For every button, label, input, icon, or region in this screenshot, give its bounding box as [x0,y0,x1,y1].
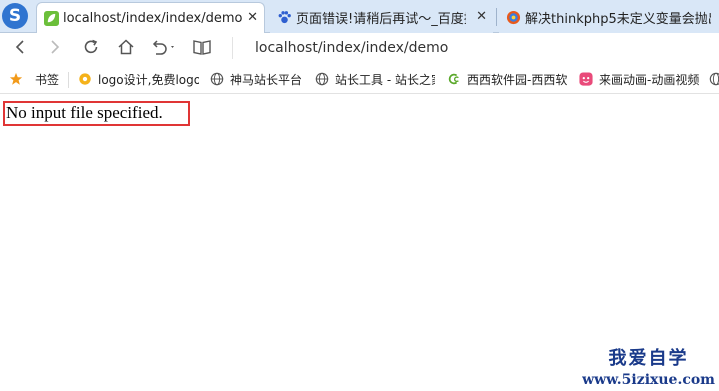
gear-flower-icon [79,73,91,85]
watermark: 我爱自学 www.5izixue.com [582,344,715,388]
globe-icon [315,72,329,86]
bookmark-label: 西西软件园-西西软件 [467,72,567,87]
bookmark-item[interactable]: 站长工具 - 站长之家 [315,70,435,88]
bookmark-folder[interactable]: 书签 [9,70,59,88]
tab-localhost-demo[interactable]: localhost/index/index/demo ✕ [36,2,265,34]
home-button[interactable] [115,36,137,58]
tab-strip: S localhost/index/index/demo ✕ 页面错误!请稍后再… [0,0,719,34]
tab-label: localhost/index/index/demo [63,11,243,26]
bookmark-label: logo设计,免费logo [98,72,199,87]
bookmarks-bar: 书签 logo设计,免费logo 神马站长平台 站长工具 - 站长之家 西西软件… [0,64,719,94]
close-tab-icon[interactable]: ✕ [247,10,258,25]
face-icon [579,72,593,86]
watermark-url: www.5izixue.com [582,372,715,388]
star-icon [9,72,23,85]
tab-baidu-search[interactable]: 页面错误!请稍后再试～_百度搜索 ✕ [270,2,493,33]
bookmark-label: 站长工具 - 站长之家 [335,72,435,87]
navigation-toolbar: localhost/index/index/demo [0,33,719,63]
tab-label: 页面错误!请稍后再试～_百度搜索 [296,12,466,27]
bookmark-label: 神马站长平台 [230,72,303,87]
back-arrow-icon [15,40,24,54]
browser-logo-icon[interactable]: S [2,3,28,29]
forward-arrow-icon [51,40,60,54]
reader-mode-button[interactable] [191,36,213,58]
back-button[interactable] [9,36,31,58]
cc-icon [448,73,459,85]
close-tab-icon[interactable]: ✕ [476,9,487,24]
address-text: localhost/index/index/demo [255,40,449,56]
error-message: No input file specified. [6,103,163,122]
page-content: No input file specified. 我爱自学 www.5izixu… [0,95,719,391]
bookmark-label: 书签 [35,72,60,87]
tab-label: 解决thinkphp5未定义变量会抛出 [525,12,711,27]
bookmark-divider [68,72,69,88]
bookmark-item[interactable]: logo设计,免费logo [78,70,199,88]
undo-close-button[interactable] [149,36,179,58]
baidu-paw-icon [278,11,291,24]
bookmark-label: 来画动画-动画视频 [599,72,700,87]
address-bar[interactable]: localhost/index/index/demo [232,37,719,59]
globe-icon [709,72,719,86]
undo-icon [152,40,174,55]
globe-icon [210,72,224,86]
watermark-brand: 我爱自学 [608,348,689,369]
bookmark-item[interactable]: 神马站长平台 [210,70,305,88]
forward-button[interactable] [44,36,66,58]
leaf-icon [44,11,59,26]
tab-thinkphp[interactable]: 解决thinkphp5未定义变量会抛出 [499,2,719,33]
book-icon [193,40,211,55]
home-icon [118,39,134,55]
bookmark-overflow[interactable] [709,70,719,88]
refresh-button[interactable] [80,36,102,58]
bookmark-item[interactable]: 来画动画-动画视频 [579,70,701,88]
circle-logo-icon [506,10,521,25]
refresh-icon [84,39,98,54]
tab-divider [496,8,497,26]
bookmark-item[interactable]: 西西软件园-西西软件 [447,70,567,88]
